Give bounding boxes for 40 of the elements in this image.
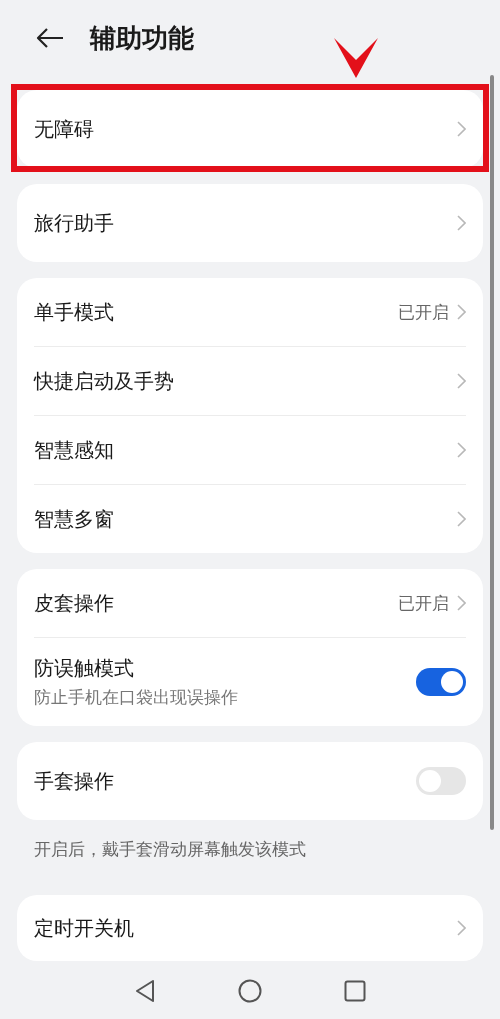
home-icon[interactable] — [238, 978, 262, 1003]
status-value: 已开启 — [398, 591, 449, 615]
settings-row[interactable]: 智慧感知 — [34, 415, 466, 484]
settings-row[interactable]: 防误触模式 防止手机在口袋出现误操作 — [34, 637, 466, 726]
row-label: 无障碍 — [34, 115, 95, 143]
row-label: 手套操作 — [34, 767, 115, 795]
chevron-right-icon — [457, 920, 466, 936]
chevron-right-icon — [457, 215, 466, 231]
footnote-text: 开启后，戴手套滑动屏幕触发该模式 — [33, 838, 307, 861]
settings-row[interactable]: 无障碍 — [34, 90, 466, 168]
row-label: 防误触模式 — [34, 655, 135, 682]
settings-row[interactable]: 皮套操作 已开启 — [34, 569, 466, 637]
chevron-right-icon — [457, 121, 466, 137]
toggle-switch[interactable] — [416, 767, 466, 795]
settings-row[interactable]: 手套操作 — [34, 742, 466, 820]
settings-row[interactable]: 旅行助手 — [34, 184, 466, 262]
status-value: 已开启 — [398, 300, 449, 324]
page-title: 辅助功能 — [90, 21, 194, 55]
back-icon[interactable] — [134, 978, 156, 1003]
row-label: 智慧多窗 — [34, 505, 115, 533]
toggle-switch[interactable] — [416, 668, 466, 696]
chevron-right-icon — [457, 304, 466, 320]
back-arrow-icon[interactable] — [36, 27, 64, 49]
settings-row[interactable]: 定时开关机 — [34, 895, 466, 961]
chevron-right-icon — [457, 595, 466, 611]
row-label: 智慧感知 — [34, 436, 115, 464]
row-label: 单手模式 — [34, 298, 115, 326]
row-label: 皮套操作 — [34, 589, 115, 617]
row-label: 旅行助手 — [34, 209, 115, 237]
row-label: 定时开关机 — [34, 914, 135, 942]
settings-row[interactable]: 智慧多窗 — [34, 484, 466, 553]
row-subtitle: 防止手机在口袋出现误操作 — [34, 686, 239, 709]
settings-row[interactable]: 快捷启动及手势 — [34, 346, 466, 415]
recents-icon[interactable] — [344, 979, 366, 1002]
settings-row[interactable]: 单手模式 已开启 — [34, 278, 466, 346]
pointer-arrow-icon — [334, 38, 378, 78]
row-label: 快捷启动及手势 — [34, 367, 175, 395]
chevron-right-icon — [457, 373, 466, 389]
chevron-right-icon — [457, 442, 466, 458]
chevron-right-icon — [457, 511, 466, 527]
